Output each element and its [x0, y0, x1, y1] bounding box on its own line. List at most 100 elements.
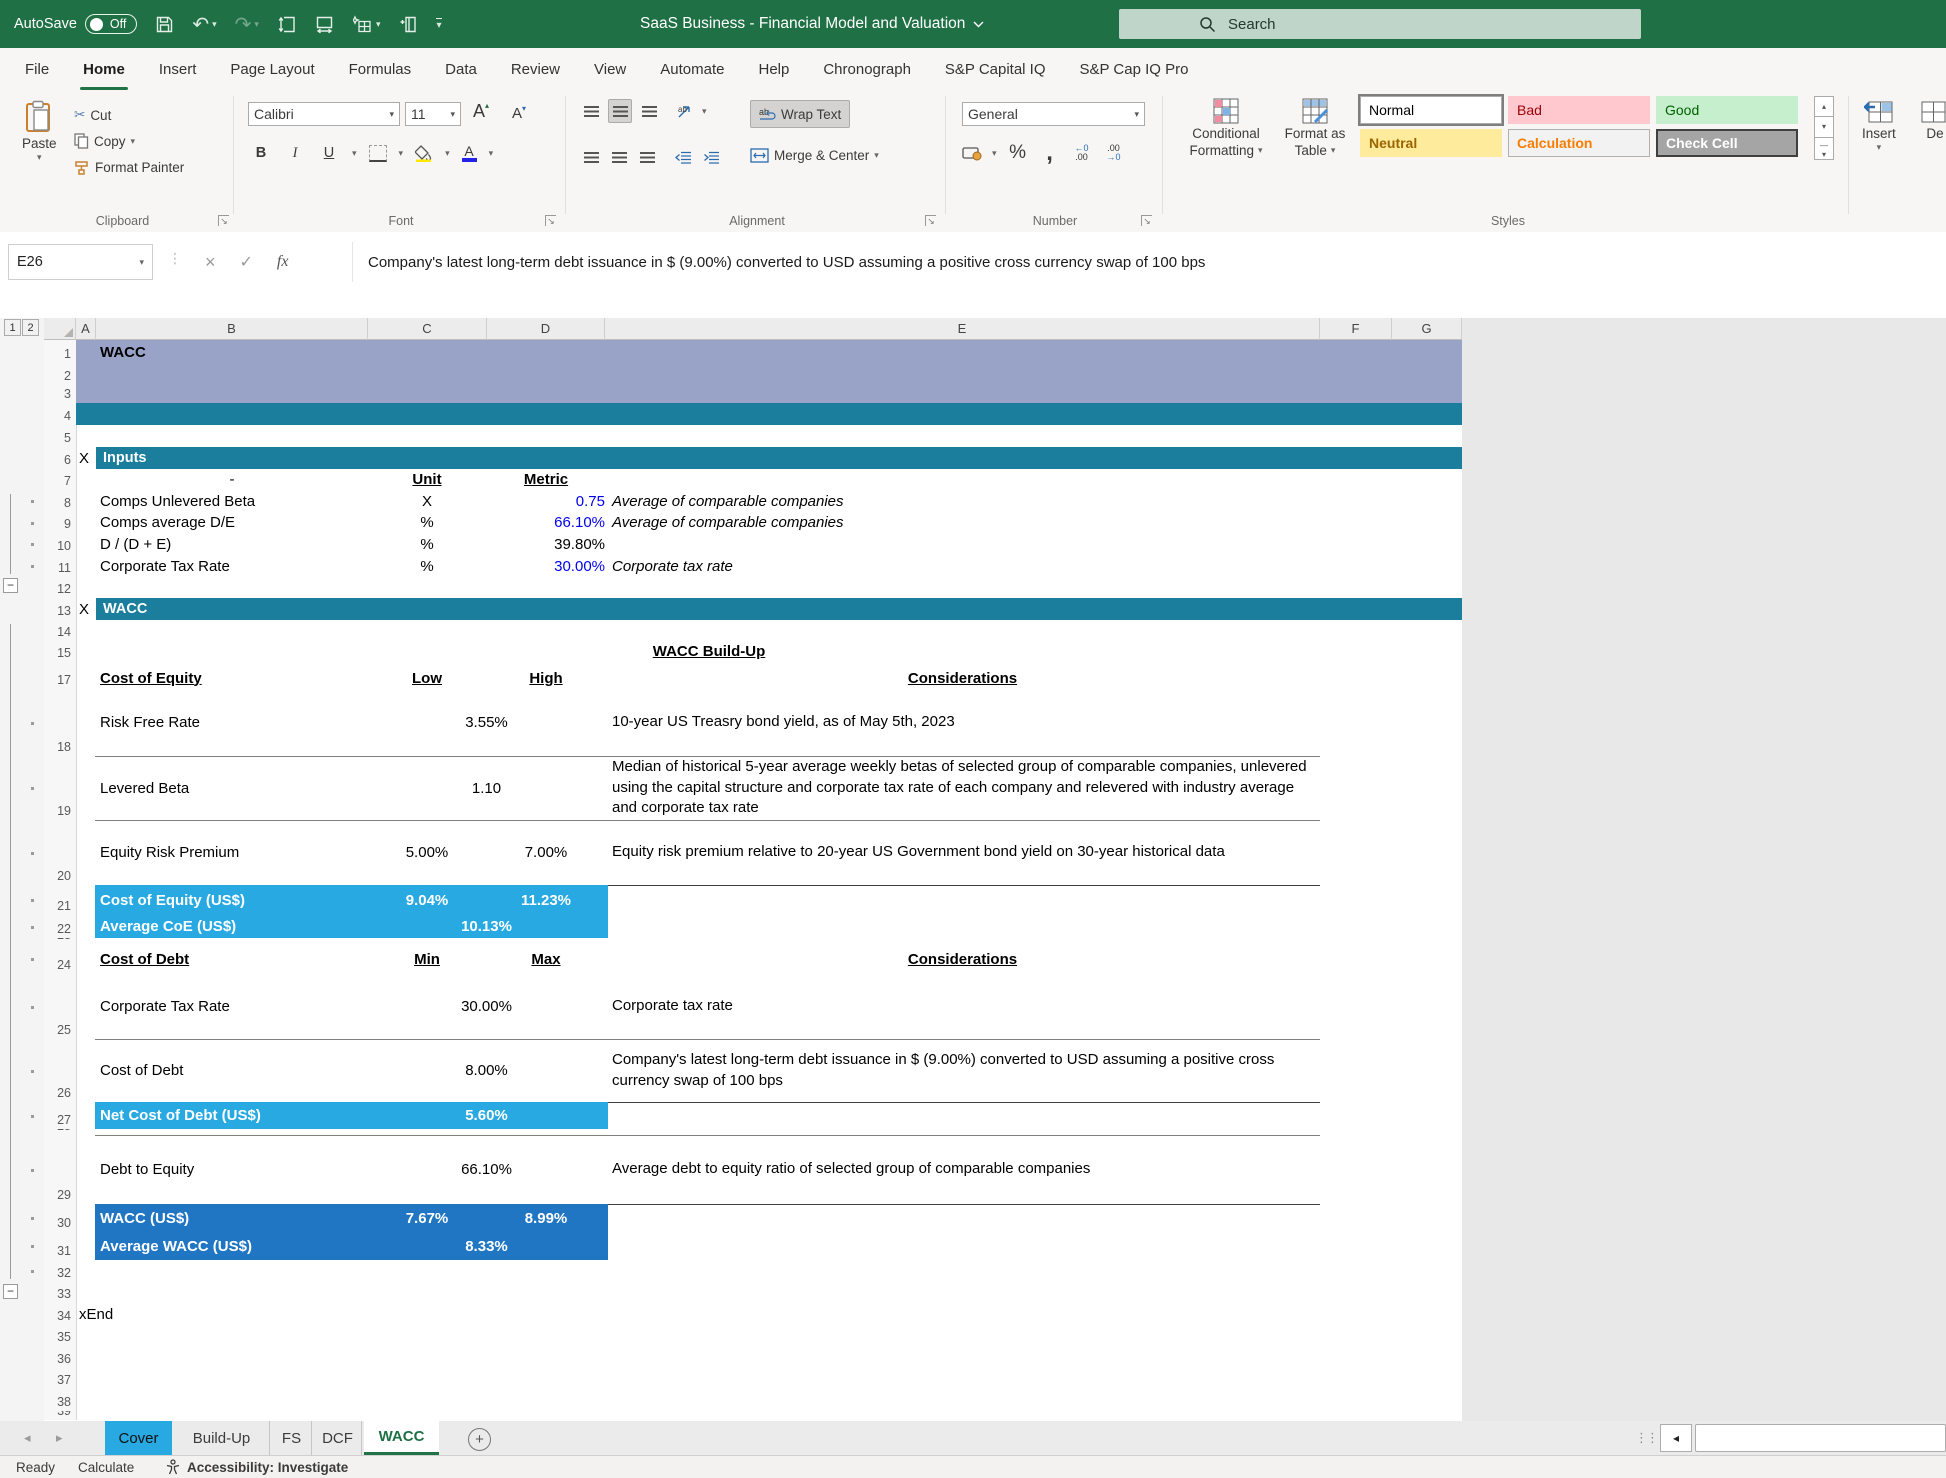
- italic-button[interactable]: I: [284, 142, 306, 164]
- row-header-24[interactable]: 24: [44, 944, 71, 974]
- font-name-select[interactable]: Calibri▾: [248, 102, 400, 126]
- align-center-button[interactable]: [608, 146, 630, 168]
- ribbon-tab-data[interactable]: Data: [428, 48, 494, 90]
- number-format-select[interactable]: General▾: [962, 102, 1145, 126]
- row-header-33[interactable]: 33: [44, 1282, 71, 1303]
- cancel-entry-button[interactable]: ×: [205, 252, 216, 273]
- row-header-10[interactable]: 10: [44, 533, 71, 555]
- copy-button[interactable]: Copy▾: [74, 130, 135, 152]
- collapse-group-1-button[interactable]: −: [3, 578, 18, 593]
- cell-style-neutral[interactable]: Neutral: [1360, 129, 1502, 157]
- sheet-tab-fs[interactable]: FS: [272, 1421, 312, 1455]
- clipboard-dialog-launcher[interactable]: ↘: [218, 215, 229, 226]
- ribbon-tab-view[interactable]: View: [577, 48, 643, 90]
- row-header-29[interactable]: 29: [44, 1135, 71, 1204]
- column-header-f[interactable]: F: [1320, 318, 1392, 340]
- column-header-e[interactable]: E: [605, 318, 1320, 340]
- cell-value[interactable]: 30.00%: [368, 974, 605, 1039]
- accounting-format-button[interactable]: [962, 146, 982, 161]
- row-header-22[interactable]: 22: [44, 915, 71, 938]
- format-painter-button[interactable]: Format Painter: [74, 156, 184, 178]
- insert-function-button[interactable]: fx: [277, 253, 289, 271]
- align-middle-button[interactable]: [608, 99, 632, 123]
- cell-style-normal[interactable]: Normal: [1360, 96, 1502, 124]
- collapse-group-2-button[interactable]: −: [3, 1284, 18, 1299]
- outline-level-1-button[interactable]: 1: [4, 319, 21, 336]
- ribbon-tab-page-layout[interactable]: Page Layout: [213, 48, 331, 90]
- outline-level-2-button[interactable]: 2: [22, 319, 39, 336]
- column-header-b[interactable]: B: [96, 318, 368, 340]
- font-size-select[interactable]: 11▾: [405, 102, 461, 126]
- ribbon-tab-automate[interactable]: Automate: [643, 48, 741, 90]
- sheet-tab-build-up[interactable]: Build-Up: [174, 1421, 270, 1455]
- sheet-tab-dcf[interactable]: DCF: [314, 1421, 362, 1455]
- format-as-table-button[interactable]: Format as Table▾: [1276, 98, 1354, 158]
- underline-button[interactable]: U: [318, 142, 340, 164]
- cell-value[interactable]: 5.00%: [368, 820, 486, 885]
- row-header-2[interactable]: 2: [44, 363, 71, 385]
- row-header-13[interactable]: 13: [44, 598, 71, 620]
- font-dialog-launcher[interactable]: ↘: [545, 215, 556, 226]
- row-header-20[interactable]: 20: [44, 820, 71, 885]
- row-header-34[interactable]: 34: [44, 1303, 71, 1325]
- row-header-31[interactable]: 31: [44, 1232, 71, 1260]
- row-header-37[interactable]: 37: [44, 1368, 71, 1389]
- search-input[interactable]: Search: [1119, 9, 1641, 39]
- row-header-27[interactable]: 27: [44, 1102, 71, 1129]
- row-height-button[interactable]: [277, 15, 297, 34]
- name-box[interactable]: E26 ▾: [8, 244, 153, 280]
- cell-style-checkcell[interactable]: Check Cell: [1656, 129, 1798, 157]
- input-value[interactable]: 39.80%: [487, 533, 605, 555]
- row-header-12[interactable]: 12: [44, 577, 71, 598]
- new-sheet-button[interactable]: +: [468, 1428, 491, 1451]
- row-header-1[interactable]: 1: [44, 340, 71, 363]
- paste-button[interactable]: Paste ▾: [22, 100, 57, 162]
- alignment-dialog-launcher[interactable]: ↘: [925, 215, 936, 226]
- ribbon-tab-review[interactable]: Review: [494, 48, 577, 90]
- formula-input[interactable]: Company's latest long-term debt issuance…: [368, 244, 1205, 280]
- hscroll-thumb[interactable]: [1695, 1424, 1946, 1452]
- next-sheet-button[interactable]: ▸: [56, 1421, 63, 1455]
- decrease-indent-button[interactable]: [672, 146, 694, 168]
- row-header-6[interactable]: 6: [44, 447, 71, 469]
- column-header-a[interactable]: A: [76, 318, 96, 340]
- row-header-5[interactable]: 5: [44, 425, 71, 447]
- column-header-d[interactable]: D: [487, 318, 605, 340]
- decrease-decimal-button[interactable]: .00→0: [1103, 142, 1125, 164]
- gallery-scroll-up-button[interactable]: ▴: [1814, 96, 1834, 117]
- cell-value[interactable]: 7.00%: [487, 820, 605, 885]
- gallery-more-button[interactable]: —▾: [1814, 138, 1834, 160]
- accessibility-status[interactable]: Accessibility: Investigate: [165, 1456, 348, 1478]
- column-header-g[interactable]: G: [1392, 318, 1462, 340]
- prev-sheet-button[interactable]: ◂: [24, 1421, 31, 1455]
- conditional-formatting-button[interactable]: Conditional Formatting▾: [1180, 98, 1272, 158]
- row-header-30[interactable]: 30: [44, 1204, 71, 1232]
- orientation-button[interactable]: ab: [674, 100, 696, 122]
- delete-cells-button-partial[interactable]: De: [1920, 100, 1946, 141]
- input-value[interactable]: 30.00%: [487, 555, 605, 577]
- row-header-9[interactable]: 9: [44, 512, 71, 533]
- selected-cell-e26[interactable]: Company's latest long-term debt issuance…: [612, 1039, 1314, 1102]
- row-header-35[interactable]: 35: [44, 1325, 71, 1346]
- cell-value[interactable]: 1.10: [368, 756, 605, 820]
- switch-windows-button[interactable]: [398, 15, 418, 34]
- row-header-21[interactable]: 21: [44, 885, 71, 915]
- paste-special-button[interactable]: ▾: [353, 15, 381, 34]
- align-top-button[interactable]: [580, 100, 602, 122]
- input-value[interactable]: 66.10%: [487, 512, 605, 533]
- row-header-11[interactable]: 11: [44, 555, 71, 577]
- number-dialog-launcher[interactable]: ↘: [1141, 215, 1152, 226]
- align-left-button[interactable]: [580, 146, 602, 168]
- row-header-14[interactable]: 14: [44, 620, 71, 641]
- cell-style-good[interactable]: Good: [1656, 96, 1798, 124]
- cut-button[interactable]: ✂Cut: [74, 104, 111, 126]
- undo-button[interactable]: ↶▾: [192, 12, 216, 37]
- borders-button[interactable]: [369, 145, 387, 162]
- tabbar-splitter[interactable]: ⋮⋮: [1635, 1421, 1657, 1455]
- row-header-38[interactable]: 38: [44, 1389, 71, 1411]
- row-header-36[interactable]: 36: [44, 1346, 71, 1368]
- row-header-18[interactable]: 18: [44, 689, 71, 756]
- gallery-scroll-down-button[interactable]: ▾: [1814, 117, 1834, 138]
- column-width-button[interactable]: [315, 15, 335, 34]
- row-header-4[interactable]: 4: [44, 403, 71, 425]
